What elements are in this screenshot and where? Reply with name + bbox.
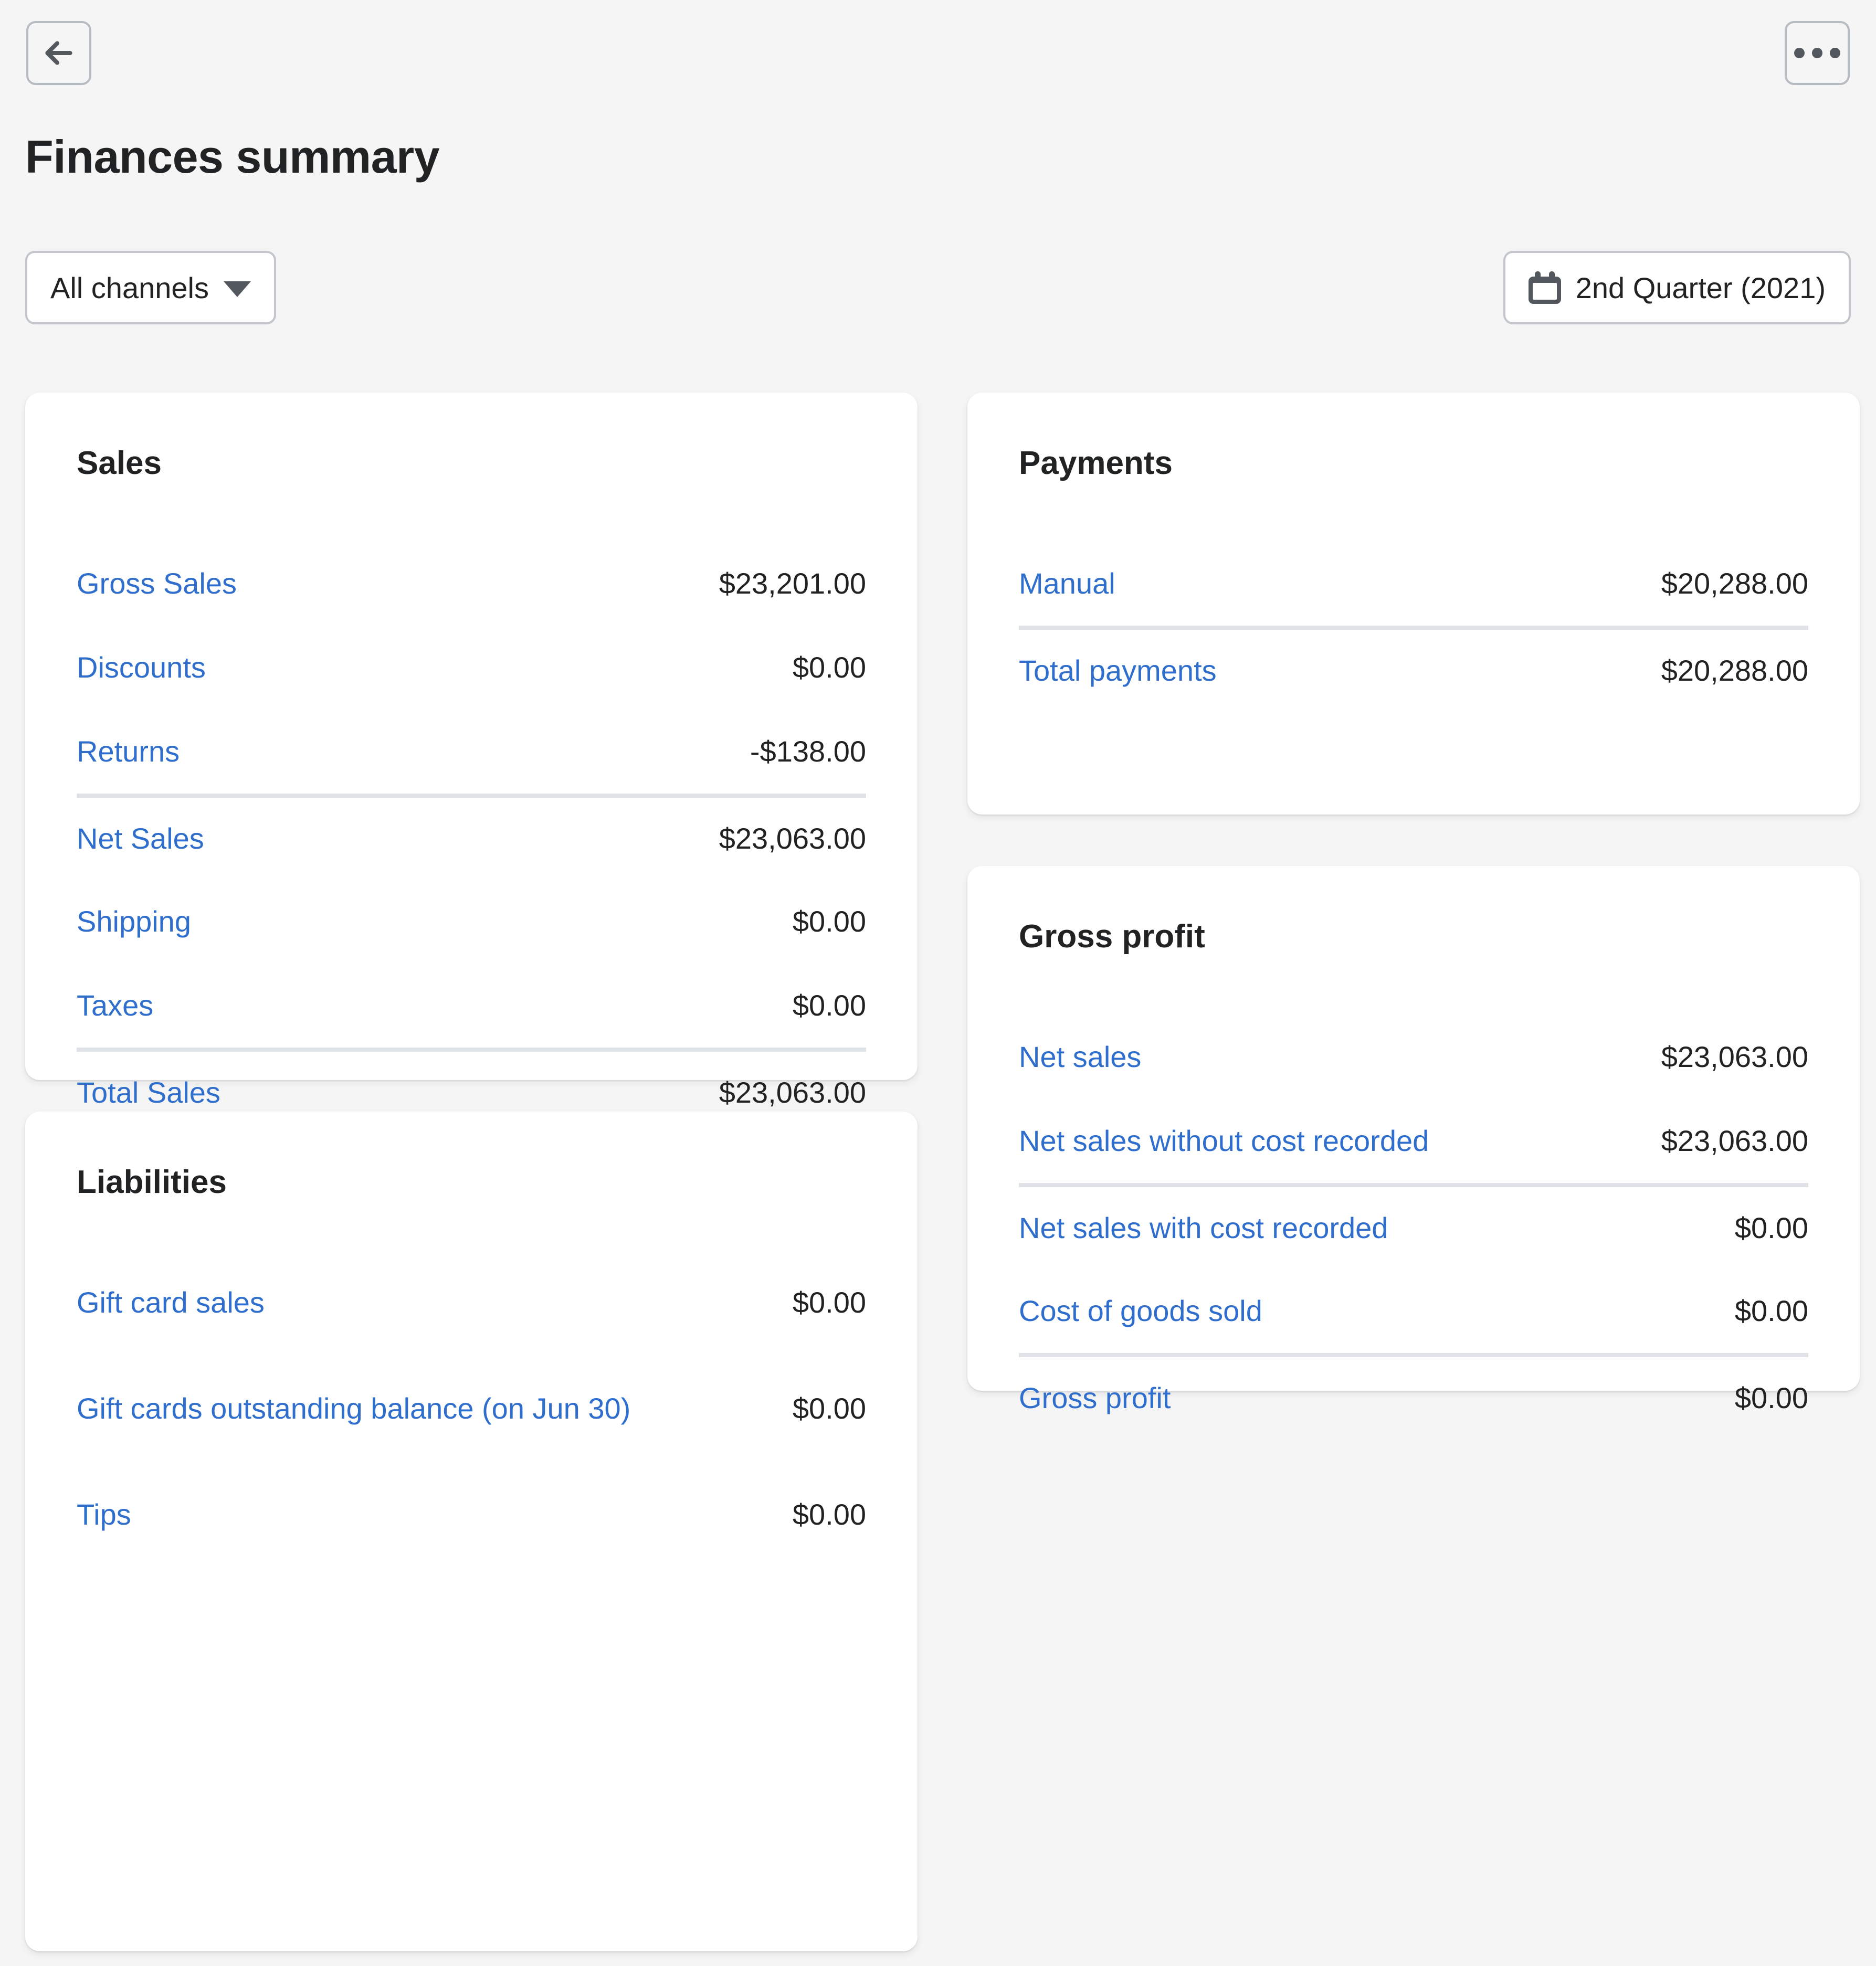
summary-row-label-link[interactable]: Net Sales: [77, 822, 204, 855]
more-options-button[interactable]: [1785, 21, 1850, 85]
summary-row-label-link[interactable]: Cost of goods sold: [1019, 1294, 1262, 1327]
summary-row-label[interactable]: Discounts: [77, 626, 488, 710]
chevron-down-icon: [223, 281, 251, 297]
page-title: Finances summary: [25, 131, 440, 183]
summary-row-value: $23,063.00: [1661, 1124, 1808, 1157]
summary-row-label-link[interactable]: Net sales with cost recorded: [1019, 1211, 1388, 1244]
summary-row: Cost of goods sold $0.00: [1019, 1269, 1808, 1353]
liabilities-card-title: Liabilities: [77, 1164, 227, 1200]
summary-row-label-link[interactable]: Manual: [1019, 567, 1115, 600]
summary-row-label[interactable]: Net sales without cost recorded: [1019, 1099, 1600, 1183]
summary-row: Shipping $0.00: [77, 880, 866, 964]
summary-row-label-link[interactable]: Tips: [77, 1498, 131, 1531]
channel-filter-label: All channels: [50, 271, 209, 304]
summary-row-value: $0.00: [792, 1498, 866, 1531]
summary-row-value: $23,063.00: [719, 822, 866, 855]
arrow-left-icon: [45, 41, 72, 65]
summary-row-label[interactable]: Net Sales: [77, 796, 488, 880]
summary-row-label[interactable]: Net sales: [1019, 1015, 1600, 1099]
ellipsis-icon: [1794, 48, 1840, 58]
gross-profit-rows: Net sales $23,063.00 Net sales without cos…: [1019, 1015, 1808, 1439]
sales-rows: Gross Sales $23,201.00 Discounts $0.00 Retur…: [77, 542, 866, 1134]
sales-card: Sales Gross Sales $23,201.00 Discounts $0.0…: [25, 393, 918, 1109]
calendar-icon: [1528, 271, 1561, 304]
summary-row-label[interactable]: Taxes: [77, 964, 488, 1048]
summary-row: Discounts $0.00: [77, 626, 866, 710]
summary-row-label[interactable]: Gift cards outstanding balance (on Jun 3…: [77, 1345, 774, 1473]
sales-card-title: Sales: [77, 445, 162, 481]
summary-row: Taxes $0.00: [77, 964, 866, 1048]
payments-rows: Manual $20,288.00 Total payments $20,288.00: [1019, 542, 1808, 712]
summary-row-label-link[interactable]: Gift cards outstanding balance (on Jun 3…: [77, 1392, 630, 1425]
top-bar: [26, 21, 1850, 85]
filter-bar: All channels 2nd Quarter (2021): [25, 251, 1851, 324]
summary-row-value: $23,201.00: [719, 567, 866, 600]
summary-row-label-link[interactable]: Total payments: [1019, 654, 1217, 687]
summary-row-value: $0.00: [1734, 1381, 1808, 1414]
summary-row-label-link[interactable]: Net sales without cost recorded: [1019, 1124, 1429, 1157]
summary-row-label-link[interactable]: Returns: [77, 735, 180, 768]
summary-row: Gross profit $0.00: [1019, 1355, 1808, 1439]
summary-row-label[interactable]: Returns: [77, 710, 488, 794]
summary-row: Gift cards outstanding balance (on Jun 3…: [77, 1345, 866, 1473]
summary-row-value: $0.00: [792, 1392, 866, 1425]
back-button[interactable]: [26, 21, 91, 85]
summary-row-label-link[interactable]: Total Sales: [77, 1076, 220, 1109]
summary-row: Gross Sales $23,201.00: [77, 542, 866, 626]
summary-row-label[interactable]: Manual: [1019, 542, 1471, 626]
summary-row-label[interactable]: Gift card sales: [77, 1261, 774, 1345]
summary-row-value: $0.00: [792, 1286, 866, 1319]
date-range-picker[interactable]: 2nd Quarter (2021): [1503, 251, 1851, 324]
summary-row-label[interactable]: Tips: [77, 1473, 774, 1557]
liabilities-card: Liabilities Gift card sales $0.00 Gift car…: [25, 1112, 918, 1951]
date-range-label: 2nd Quarter (2021): [1575, 271, 1826, 304]
summary-row: Tips $0.00: [77, 1473, 866, 1557]
summary-row: Manual $20,288.00: [1019, 542, 1808, 626]
summary-row-label-link[interactable]: Taxes: [77, 989, 153, 1022]
summary-row-label[interactable]: Gross Sales: [77, 542, 488, 626]
summary-row-value: $0.00: [792, 989, 866, 1022]
summary-row-label[interactable]: Net sales with cost recorded: [1019, 1185, 1600, 1269]
summary-row-label-link[interactable]: Net sales: [1019, 1040, 1141, 1073]
summary-row-label-link[interactable]: Shipping: [77, 905, 191, 938]
summary-row-label-link[interactable]: Gross Sales: [77, 567, 237, 600]
summary-row-value: -$138.00: [750, 735, 866, 768]
payments-card: Payments Manual $20,288.00 Total payments $…: [967, 393, 1860, 815]
gross-profit-card: Gross profit Net sales $23,063.00 Net sale…: [967, 866, 1860, 1414]
summary-row: Net sales $23,063.00: [1019, 1015, 1808, 1099]
summary-row: Gift card sales $0.00: [77, 1261, 866, 1345]
summary-row: Net Sales $23,063.00: [77, 796, 866, 880]
summary-row: Total payments $20,288.00: [1019, 628, 1808, 712]
summary-row: Net sales with cost recorded $0.00: [1019, 1185, 1808, 1269]
summary-row-label-link[interactable]: Discounts: [77, 651, 206, 684]
summary-row-value: $0.00: [792, 651, 866, 684]
gross-profit-card-title: Gross profit: [1019, 918, 1205, 955]
summary-row-label-link[interactable]: Gross profit: [1019, 1381, 1171, 1414]
summary-row-label[interactable]: Gross profit: [1019, 1355, 1600, 1439]
summary-row-label[interactable]: Shipping: [77, 880, 488, 964]
liabilities-rows: Gift card sales $0.00 Gift cards outstandi…: [77, 1261, 866, 1557]
summary-row-label-link[interactable]: Gift card sales: [77, 1286, 265, 1319]
summary-row: Returns -$138.00: [77, 710, 866, 794]
summary-row-label[interactable]: Cost of goods sold: [1019, 1269, 1600, 1353]
payments-card-title: Payments: [1019, 445, 1173, 481]
summary-row: Net sales without cost recorded $23,063.0…: [1019, 1099, 1808, 1183]
finances-summary-page: Finances summary All channels 2nd Quarte…: [0, 0, 1876, 1966]
summary-row-value: $0.00: [1734, 1294, 1808, 1327]
summary-row-value: $23,063.00: [1661, 1040, 1808, 1073]
summary-row-value: $20,288.00: [1661, 654, 1808, 687]
channel-filter-dropdown[interactable]: All channels: [25, 251, 276, 324]
summary-row-value: $0.00: [792, 905, 866, 938]
summary-row-label[interactable]: Total payments: [1019, 628, 1471, 712]
summary-row-value: $0.00: [1734, 1211, 1808, 1244]
summary-row-value: $20,288.00: [1661, 567, 1808, 600]
